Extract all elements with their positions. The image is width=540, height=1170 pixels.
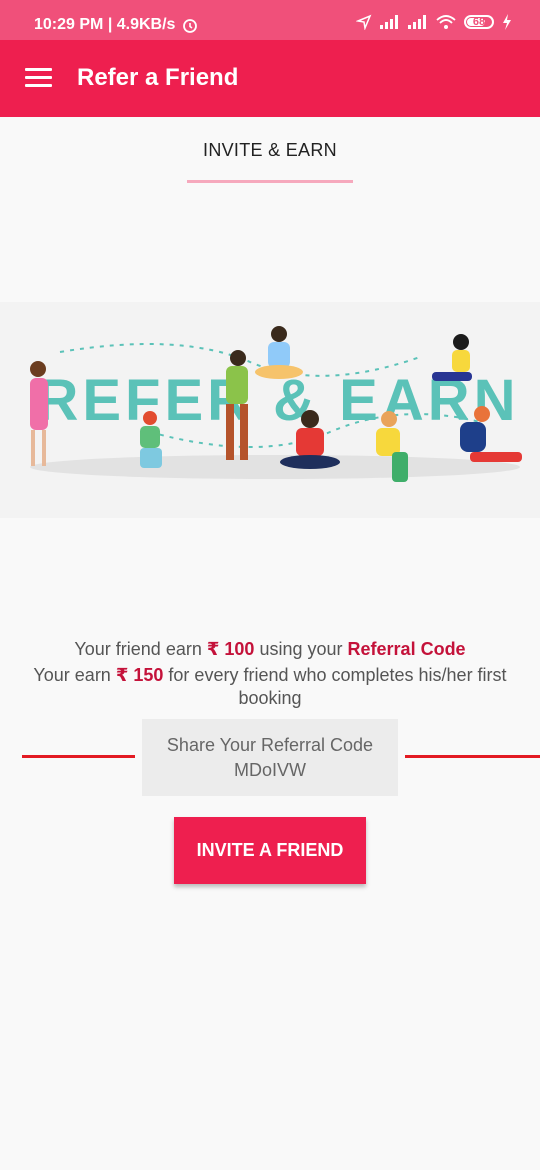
info-text: Your earn (33, 665, 111, 685)
your-earn-text: Your earn ₹ 150 for every friend who com… (0, 665, 540, 686)
signal-icon (408, 15, 426, 29)
battery-icon: 68 (464, 15, 494, 29)
person-figure (255, 326, 303, 379)
your-reward-amount: ₹ 150 (115, 665, 164, 685)
person-figure (432, 334, 472, 381)
referral-code-label: Referral Code (347, 639, 466, 659)
battery-level: 68 (472, 16, 486, 28)
app-bar: Refer a Friend (0, 40, 540, 117)
alarm-icon (183, 19, 198, 33)
refer-earn-illustration: REFER & EARN (30, 326, 522, 482)
charging-icon (503, 14, 511, 30)
menu-icon[interactable] (25, 68, 52, 88)
friend-earn-text: Your friend earn ₹ 100 using your Referr… (0, 639, 540, 660)
tab-indicator (187, 180, 353, 183)
info-text: for every friend who completes his/her f… (168, 665, 507, 685)
status-time-speed: 10:29 PM | 4.9KB/s (34, 16, 176, 33)
status-left: 10:29 PM | 4.9KB/s (34, 16, 199, 34)
friend-reward-amount: ₹ 100 (206, 639, 255, 659)
page-title: Refer a Friend (77, 64, 239, 91)
referral-code-box[interactable]: Share Your Referral Code MDoIVW (142, 719, 398, 796)
location-icon (356, 14, 372, 30)
info-text: Your friend earn (74, 639, 202, 659)
status-bar: 10:29 PM | 4.9KB/s 68 (0, 0, 540, 40)
status-right: 68 (356, 14, 512, 30)
your-earn-text-cont: booking (238, 688, 302, 708)
referral-code-value: MDoIVW (234, 759, 306, 780)
invite-friend-button[interactable]: INVITE A FRIEND (174, 817, 366, 884)
signal-icon (380, 15, 398, 29)
tab-invite-earn[interactable]: INVITE & EARN (187, 117, 353, 183)
divider-left (22, 755, 135, 758)
wifi-icon (436, 15, 456, 29)
referral-code-label: Share Your Referral Code (166, 734, 374, 755)
divider-right (405, 755, 540, 758)
refer-earn-banner: REFER & EARN (0, 302, 540, 518)
info-text: using your (259, 639, 343, 659)
